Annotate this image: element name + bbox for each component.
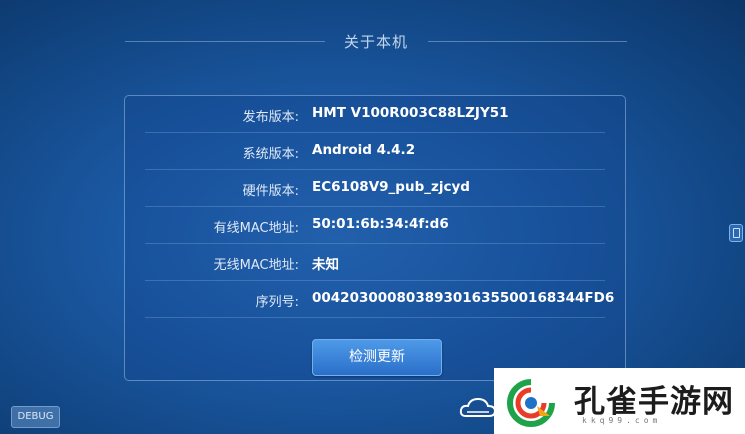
info-label: 硬件版本: [242,184,299,199]
info-label: 系统版本: [242,147,299,162]
peacock-logo-icon [507,379,555,427]
info-row-serial-number: 序列号: 00420300080389301635500168344FD6 [125,281,625,318]
phone-icon [733,228,740,238]
info-label: 发布版本: [242,110,299,125]
info-value: HMT V100R003C88LZJY51 [312,105,509,121]
info-label: 序列号: [255,295,299,310]
side-handle-icon[interactable] [729,224,743,242]
info-row-wired-mac: 有线MAC地址: 50:01:6b:34:4f:d6 [125,207,625,244]
info-value: 00420300080389301635500168344FD6 [312,290,615,306]
info-value: EC6108V9_pub_zjcyd [312,179,470,195]
info-row-hardware-version: 硬件版本: EC6108V9_pub_zjcyd [125,170,625,207]
watermark-url: kkq99.com [582,416,662,425]
info-value: 未知 [312,257,339,273]
info-label: 有线MAC地址: [213,221,299,236]
debug-button[interactable]: DEBUG [11,406,60,428]
info-label: 无线MAC地址: [213,258,299,273]
cloud-icon [459,397,497,417]
info-value: Android 4.4.2 [312,142,416,158]
info-row-wireless-mac: 无线MAC地址: 未知 [125,244,625,281]
row-divider [145,317,605,318]
info-value: 50:01:6b:34:4f:d6 [312,216,449,232]
device-info-panel: 发布版本: HMT V100R003C88LZJY51 系统版本: Androi… [124,95,626,381]
info-row-release-version: 发布版本: HMT V100R003C88LZJY51 [125,96,625,133]
watermark: 孔雀手游网 kkq99.com [494,368,745,434]
title-bar: 关于本机 [125,22,627,62]
check-update-button[interactable]: 检测更新 [312,339,442,376]
info-row-system-version: 系统版本: Android 4.4.2 [125,133,625,170]
watermark-brand: 孔雀手游网 [574,384,734,420]
title-divider-right [428,41,627,42]
